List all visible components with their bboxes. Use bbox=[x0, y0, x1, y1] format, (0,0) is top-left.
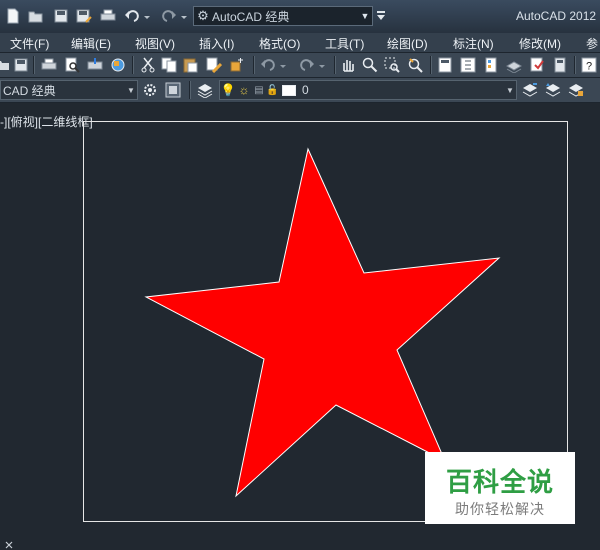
watermark-title: 百科全说 bbox=[445, 468, 554, 498]
watermark-logo: 百科全说 助你轻松解决 bbox=[425, 452, 575, 524]
red-star[interactable] bbox=[144, 147, 501, 498]
ucs-icon bbox=[5, 541, 13, 549]
watermark-subtitle: 助你轻松解决 bbox=[455, 502, 545, 518]
